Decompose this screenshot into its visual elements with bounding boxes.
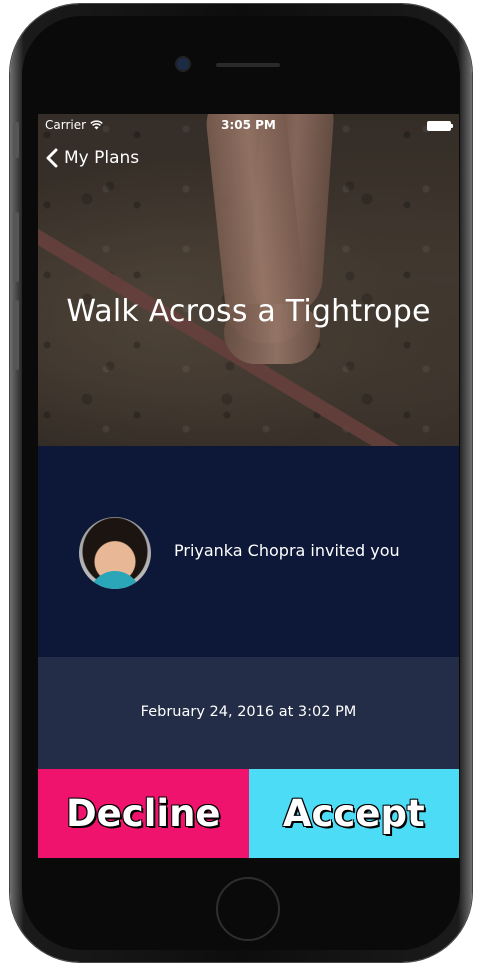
front-camera — [177, 58, 189, 70]
status-time: 3:05 PM — [221, 118, 276, 132]
accept-button[interactable]: Accept — [248, 769, 459, 858]
volume-down-button — [13, 300, 19, 370]
app-screen: Carrier 3:05 PM My Plans Walk Across a T… — [38, 114, 459, 858]
back-button[interactable]: My Plans — [46, 148, 139, 168]
avatar-shirt — [89, 571, 141, 589]
action-bar: Decline Accept — [38, 769, 459, 858]
plan-title: Walk Across a Tightrope — [66, 294, 431, 329]
mute-switch — [13, 122, 19, 158]
volume-up-button — [13, 212, 19, 282]
battery-icon — [427, 121, 453, 131]
home-button[interactable] — [216, 877, 280, 941]
back-label: My Plans — [64, 148, 140, 168]
invite-section: Priyanka Chopra invited you — [38, 446, 459, 657]
date-section: February 24, 2016 at 3:02 PM — [38, 657, 459, 769]
chevron-left-icon — [46, 148, 58, 168]
decline-button[interactable]: Decline — [38, 769, 249, 858]
plan-date: February 24, 2016 at 3:02 PM — [140, 704, 357, 720]
avatar[interactable] — [79, 517, 151, 589]
invite-message: Priyanka Chopra invited you — [174, 541, 400, 560]
hero-image: Carrier 3:05 PM My Plans Walk Across a T… — [38, 114, 459, 446]
status-bar: Carrier 3:05 PM — [38, 114, 459, 136]
earpiece-speaker — [216, 63, 280, 67]
